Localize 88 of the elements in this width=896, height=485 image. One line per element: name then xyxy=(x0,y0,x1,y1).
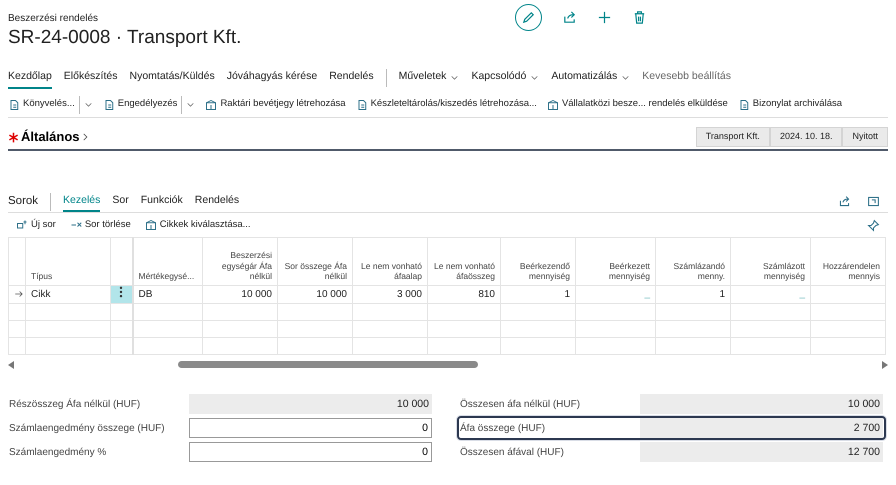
table-cell: 3 000 xyxy=(352,286,428,304)
table-cell: _ xyxy=(576,286,656,304)
menu-tab[interactable]: Előkészítés xyxy=(64,67,118,89)
input-field[interactable]: 0 xyxy=(189,442,432,462)
pencil-icon xyxy=(521,10,536,25)
column-header: Sor összege Áfa nélkül xyxy=(278,238,352,286)
column-header: Típus xyxy=(26,238,110,286)
summary-tag: Nyitott xyxy=(842,127,888,147)
document-icon xyxy=(356,98,368,110)
box-icon xyxy=(144,219,157,231)
more-vertical-icon xyxy=(119,286,124,298)
new-button[interactable] xyxy=(597,10,612,25)
input-field[interactable]: 0 xyxy=(189,418,432,438)
table-cell: Cikk xyxy=(26,286,110,304)
subpage-tab[interactable]: Kezelés xyxy=(63,190,100,212)
table-cell: 10 000 xyxy=(278,286,352,304)
subpage-tab[interactable]: Sor xyxy=(112,190,129,212)
new-row-icon xyxy=(16,219,28,231)
field-label: Számlaengedmény összege (HUF) xyxy=(9,422,166,436)
action-button[interactable]: Új sor xyxy=(16,218,56,232)
action-button[interactable]: Cikkek kiválasztása... xyxy=(144,218,251,232)
scrollbar-thumb[interactable] xyxy=(178,361,478,368)
scroll-left-icon xyxy=(8,361,14,369)
menu-dropdown[interactable]: Műveletek xyxy=(398,67,460,89)
subpage-tab[interactable]: Funkciók xyxy=(140,190,183,212)
field-label: Összesen áfával (HUF) xyxy=(460,446,565,460)
action-button[interactable]: Engedélyezés xyxy=(102,97,178,112)
table-cell: 1 xyxy=(500,286,576,304)
table-cell: 1 xyxy=(656,286,730,304)
field-value: 2 700 xyxy=(640,418,883,438)
share-icon xyxy=(838,195,851,208)
menu-tab[interactable]: Kezdőlap xyxy=(8,67,52,89)
column-header: Beérkezendő mennyiség xyxy=(500,238,576,286)
menu-tab[interactable]: Nyomtatás/Küldés xyxy=(130,67,215,89)
document-icon xyxy=(8,98,20,110)
trash-icon xyxy=(632,10,647,25)
column-header: Beszerzési egységár Áfa nélkül xyxy=(202,238,278,286)
field-label: Számlaengedmény % xyxy=(9,446,108,460)
table-cell: 810 xyxy=(428,286,500,304)
share-button[interactable] xyxy=(562,10,577,25)
action-button[interactable]: Készleteltárolás/kiszedés létrehozása... xyxy=(356,97,537,112)
breadcrumb: Beszerzési rendelés xyxy=(8,13,98,24)
page-title: SR-24-0008 · Transport Kft. xyxy=(8,26,242,50)
action-button[interactable]: Könyvelés... xyxy=(8,97,75,112)
edit-button[interactable] xyxy=(515,4,542,31)
field-label: Részösszeg Áfa nélkül (HUF) xyxy=(9,397,142,412)
field-label: Áfa összege (HUF) xyxy=(460,421,546,436)
menu-link[interactable]: Kevesebb beállítás xyxy=(642,67,731,89)
delete-button[interactable] xyxy=(632,10,647,25)
expand-button[interactable] xyxy=(867,195,880,208)
table-cell: 10 000 xyxy=(202,286,278,304)
column-header: Hozzárendelen mennyis xyxy=(810,238,886,286)
field-value: 10 000 xyxy=(640,394,883,414)
box-icon xyxy=(205,98,218,110)
arrow-right-icon xyxy=(14,289,24,300)
menu-dropdown[interactable]: Automatizálás xyxy=(551,67,630,89)
field-value: 12 700 xyxy=(640,442,883,462)
menu-tab[interactable]: Rendelés xyxy=(329,67,374,89)
action-button[interactable]: Vállalatközi besze... rendelés elküldése xyxy=(546,97,728,112)
table-cell: DB xyxy=(132,286,202,304)
action-button[interactable]: Raktári bevétjegy létrehozása xyxy=(205,97,346,112)
summary-tag: Transport Kft. xyxy=(696,127,770,147)
menu-dropdown[interactable]: Kapcsolódó xyxy=(471,67,540,89)
table-cell: _ xyxy=(730,286,810,304)
plus-icon xyxy=(597,10,612,25)
column-header: Számlázott mennyiség xyxy=(730,238,810,286)
box-icon xyxy=(546,98,559,110)
share-icon xyxy=(562,10,577,25)
column-header: Le nem vonható áfaalap xyxy=(352,238,428,286)
column-header: Mértékegysé... xyxy=(132,238,202,286)
expand-icon xyxy=(867,195,880,208)
section-title: Sorok xyxy=(8,194,38,209)
column-header: Számlázandó menny. xyxy=(656,238,730,286)
pin-icon xyxy=(867,218,880,232)
action-button[interactable]: Bizonylat archiválása xyxy=(738,97,842,112)
menu-tab[interactable]: Jóváhagyás kérése xyxy=(226,67,318,89)
document-icon xyxy=(102,98,115,110)
column-header: Le nem vonható áfaösszeg xyxy=(428,238,500,286)
column-header: Beérkezett mennyiség xyxy=(576,238,656,286)
scroll-right-icon xyxy=(882,361,888,369)
share-button[interactable] xyxy=(838,195,851,208)
action-button[interactable]: Sor törlése xyxy=(70,218,131,232)
subpage-tab[interactable]: Rendelés xyxy=(194,190,240,212)
field-label: Összesen áfa nélkül (HUF) xyxy=(460,398,582,412)
field-value: 10 000 xyxy=(189,394,432,414)
section-header[interactable]: Általános xyxy=(21,127,90,147)
summary-tag: 2024. 10. 18. xyxy=(770,127,842,147)
document-icon xyxy=(738,98,750,110)
